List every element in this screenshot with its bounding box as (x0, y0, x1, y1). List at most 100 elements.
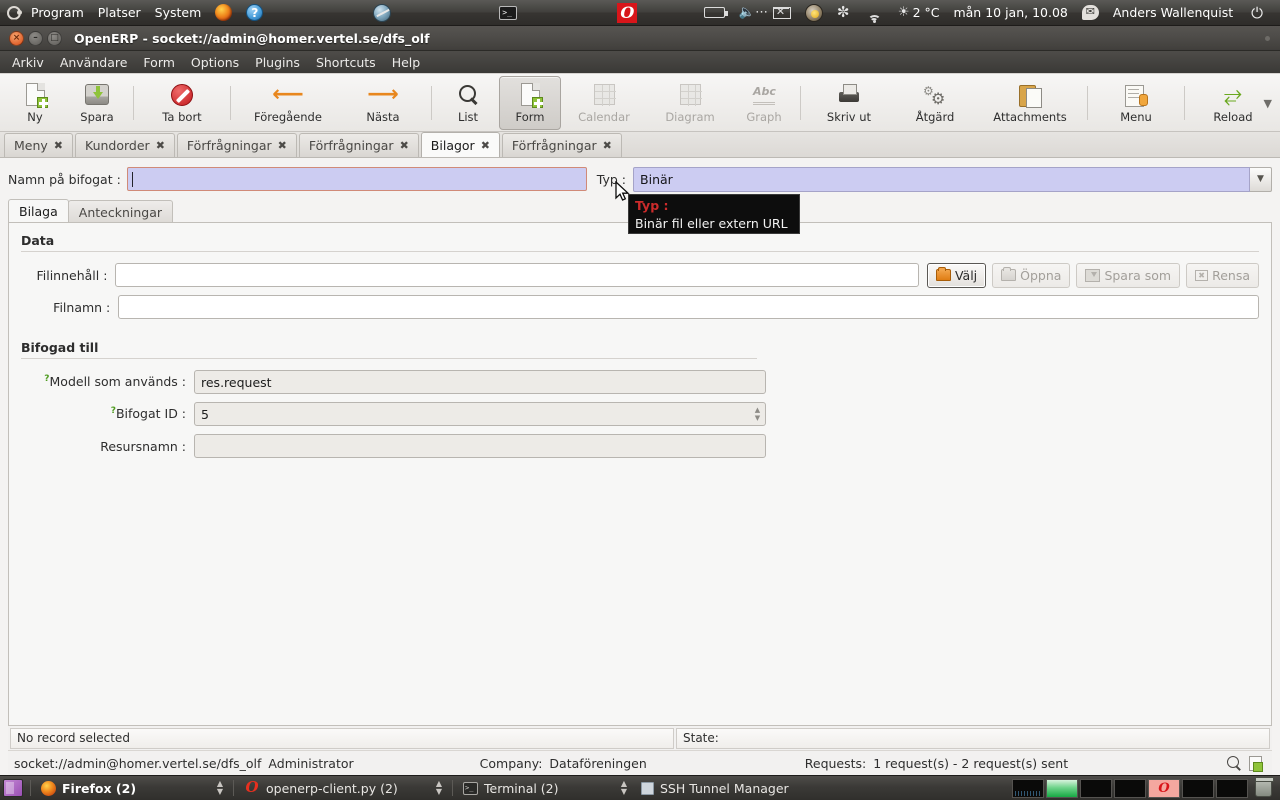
filnamn-label: Filnamn : (53, 299, 111, 315)
tray-avatar[interactable] (798, 0, 830, 26)
launcher-terminal[interactable]: >_ (492, 0, 524, 26)
launcher-firefox[interactable] (208, 0, 239, 26)
tab-forfragningar-3[interactable]: Förfrågningar ✖ (501, 133, 622, 157)
tab-bilagor[interactable]: Bilagor ✖ (420, 132, 500, 157)
workspace-switcher: O (1012, 777, 1280, 798)
task-spinner-icon[interactable]: ▲ ▼ (217, 780, 223, 796)
menu-program[interactable]: Program (24, 0, 91, 26)
workspace-4[interactable] (1114, 778, 1146, 798)
launcher-help[interactable]: ? (239, 0, 270, 26)
task-spinner-icon[interactable]: ▲ ▼ (621, 780, 627, 796)
group-data-title: Data (21, 233, 55, 248)
menu-platser[interactable]: Platser (91, 0, 148, 26)
tab-kundorder[interactable]: Kundorder ✖ (75, 133, 175, 157)
menubar-item-anvandare[interactable]: Användare (52, 51, 136, 74)
workspace-5[interactable]: O (1148, 778, 1180, 798)
launcher-globe[interactable] (366, 0, 398, 26)
tab-close-icon[interactable]: ✖ (603, 139, 612, 152)
menubar-item-arkiv[interactable]: Arkiv (4, 51, 52, 74)
toolbar-button-next[interactable]: ⟶ Nästa (340, 76, 426, 130)
menubar-item-shortcuts[interactable]: Shortcuts (308, 51, 384, 74)
button-valj[interactable]: Välj (926, 262, 987, 288)
tab-close-icon[interactable]: ✖ (481, 139, 490, 152)
menu-program-label: Program (31, 5, 84, 20)
tray-messaging[interactable]: ✉ (1075, 0, 1106, 26)
workspace-6[interactable] (1182, 778, 1214, 798)
inner-tab-anteckningar[interactable]: Anteckningar (67, 200, 174, 223)
type-dropdown-button[interactable]: ▼ (1250, 166, 1272, 192)
menubar-item-help[interactable]: Help (384, 51, 429, 74)
menu-system[interactable]: System (148, 0, 209, 26)
tab-close-icon[interactable]: ✖ (278, 139, 287, 152)
task-spinner-icon[interactable]: ▲ ▼ (436, 780, 442, 796)
workspace-7[interactable] (1216, 778, 1248, 798)
button-oppna-label: Öppna (1020, 267, 1062, 283)
toolbar-button-menu[interactable]: Menu (1093, 76, 1179, 130)
filinnehall-input[interactable] (115, 263, 919, 287)
toolbar-button-attachments[interactable]: Attachments (978, 76, 1082, 130)
task-firefox[interactable]: Firefox (2) ▲ ▼ (34, 777, 230, 799)
close-button[interactable]: × (9, 30, 24, 46)
gears-icon: ⚙ ⚙ (923, 83, 946, 108)
task-terminal[interactable]: >_ Terminal (2) ▲ ▼ (456, 777, 634, 799)
tray-username[interactable]: Anders Wallenquist (1106, 0, 1240, 26)
tray-clock[interactable]: mån 10 jan, 10.08 (946, 0, 1074, 26)
toolbar-button-save[interactable]: Spara (66, 76, 128, 130)
type-combobox[interactable]: Binär (633, 166, 1250, 192)
show-desktop-icon[interactable] (3, 779, 23, 797)
toolbar-button-print[interactable]: Skriv ut (806, 76, 892, 130)
tab-close-icon[interactable]: ✖ (54, 139, 63, 152)
toolbar-overflow-chevron-down-icon[interactable]: ▼ (1264, 97, 1272, 110)
task-ssh-tunnel-manager[interactable]: SSH Tunnel Manager (634, 777, 820, 799)
workspace-3[interactable] (1080, 778, 1112, 798)
tray-weather[interactable]: ☀ 2 °C (891, 0, 947, 26)
attach-id-spinner[interactable]: 5 ▲ ▼ (194, 402, 766, 426)
inner-tab-bilaga[interactable]: Bilaga (8, 199, 69, 223)
resource-name-input[interactable] (194, 434, 766, 458)
toolbar-button-action[interactable]: ⚙ ⚙ Åtgärd (892, 76, 978, 130)
trash-icon[interactable] (1255, 777, 1274, 797)
spinner-arrows-icon[interactable]: ▲ ▼ (750, 403, 765, 425)
tray-volume[interactable]: 🔈⋯ (732, 0, 768, 26)
ubuntu-logo-icon[interactable] (6, 5, 22, 21)
footer-connection: socket://admin@homer.vertel.se/dfs_olf (14, 755, 262, 771)
model-input[interactable]: res.request (194, 370, 766, 394)
toolbar-button-diagram: Diagram (647, 76, 733, 130)
menubar-item-options[interactable]: Options (183, 51, 247, 74)
footer-row: socket://admin@homer.vertel.se/dfs_olf A… (8, 750, 1272, 775)
tab-forfragningar-2[interactable]: Förfrågningar ✖ (298, 133, 419, 157)
task-openerp-client[interactable]: O openerp-client.py (2) ▲ ▼ (237, 777, 449, 799)
footer-company-group: Company: Dataföreningen (480, 756, 647, 771)
tab-close-icon[interactable]: ✖ (400, 139, 409, 152)
launcher-opera[interactable]: O (610, 0, 644, 26)
firefox-icon (215, 4, 233, 21)
tab-meny[interactable]: Meny ✖ (4, 133, 74, 157)
tray-wifi[interactable] (860, 0, 891, 26)
folder-icon (1001, 267, 1017, 281)
user-avatar-icon (804, 3, 823, 22)
task-ssh-label: SSH Tunnel Manager (660, 780, 789, 796)
tab-close-icon[interactable]: ✖ (156, 139, 165, 152)
tray-battery[interactable] (697, 0, 732, 26)
menubar-item-form[interactable]: Form (135, 51, 183, 74)
type-value: Binär (640, 171, 673, 187)
main-toolbar: Ny Spara Ta bort ⟵ Föregående ⟶ Nästa Li… (0, 74, 1280, 132)
toolbar-button-delete[interactable]: Ta bort (139, 76, 225, 130)
toolbar-button-list[interactable]: List (437, 76, 499, 130)
minimize-button[interactable]: – (28, 30, 43, 46)
magnifier-icon[interactable] (1227, 756, 1241, 770)
toolbar-button-new[interactable]: Ny (4, 76, 66, 130)
tray-fan[interactable]: ✼ (830, 0, 860, 26)
new-request-icon[interactable] (1249, 755, 1263, 772)
menubar-item-plugins[interactable]: Plugins (247, 51, 308, 74)
maximize-button[interactable]: □ (47, 30, 62, 46)
workspace-1[interactable] (1012, 778, 1044, 798)
tray-power[interactable]: ⏻ (1240, 0, 1274, 26)
workspace-2[interactable] (1046, 778, 1078, 798)
filnamn-input[interactable] (118, 295, 1259, 319)
attachment-name-input[interactable] (126, 167, 587, 191)
toolbar-button-previous[interactable]: ⟵ Föregående (236, 76, 340, 130)
toolbar-button-form[interactable]: Form (499, 75, 561, 130)
tray-mail[interactable] (766, 0, 798, 26)
tab-forfragningar-1[interactable]: Förfrågningar ✖ (176, 133, 297, 157)
